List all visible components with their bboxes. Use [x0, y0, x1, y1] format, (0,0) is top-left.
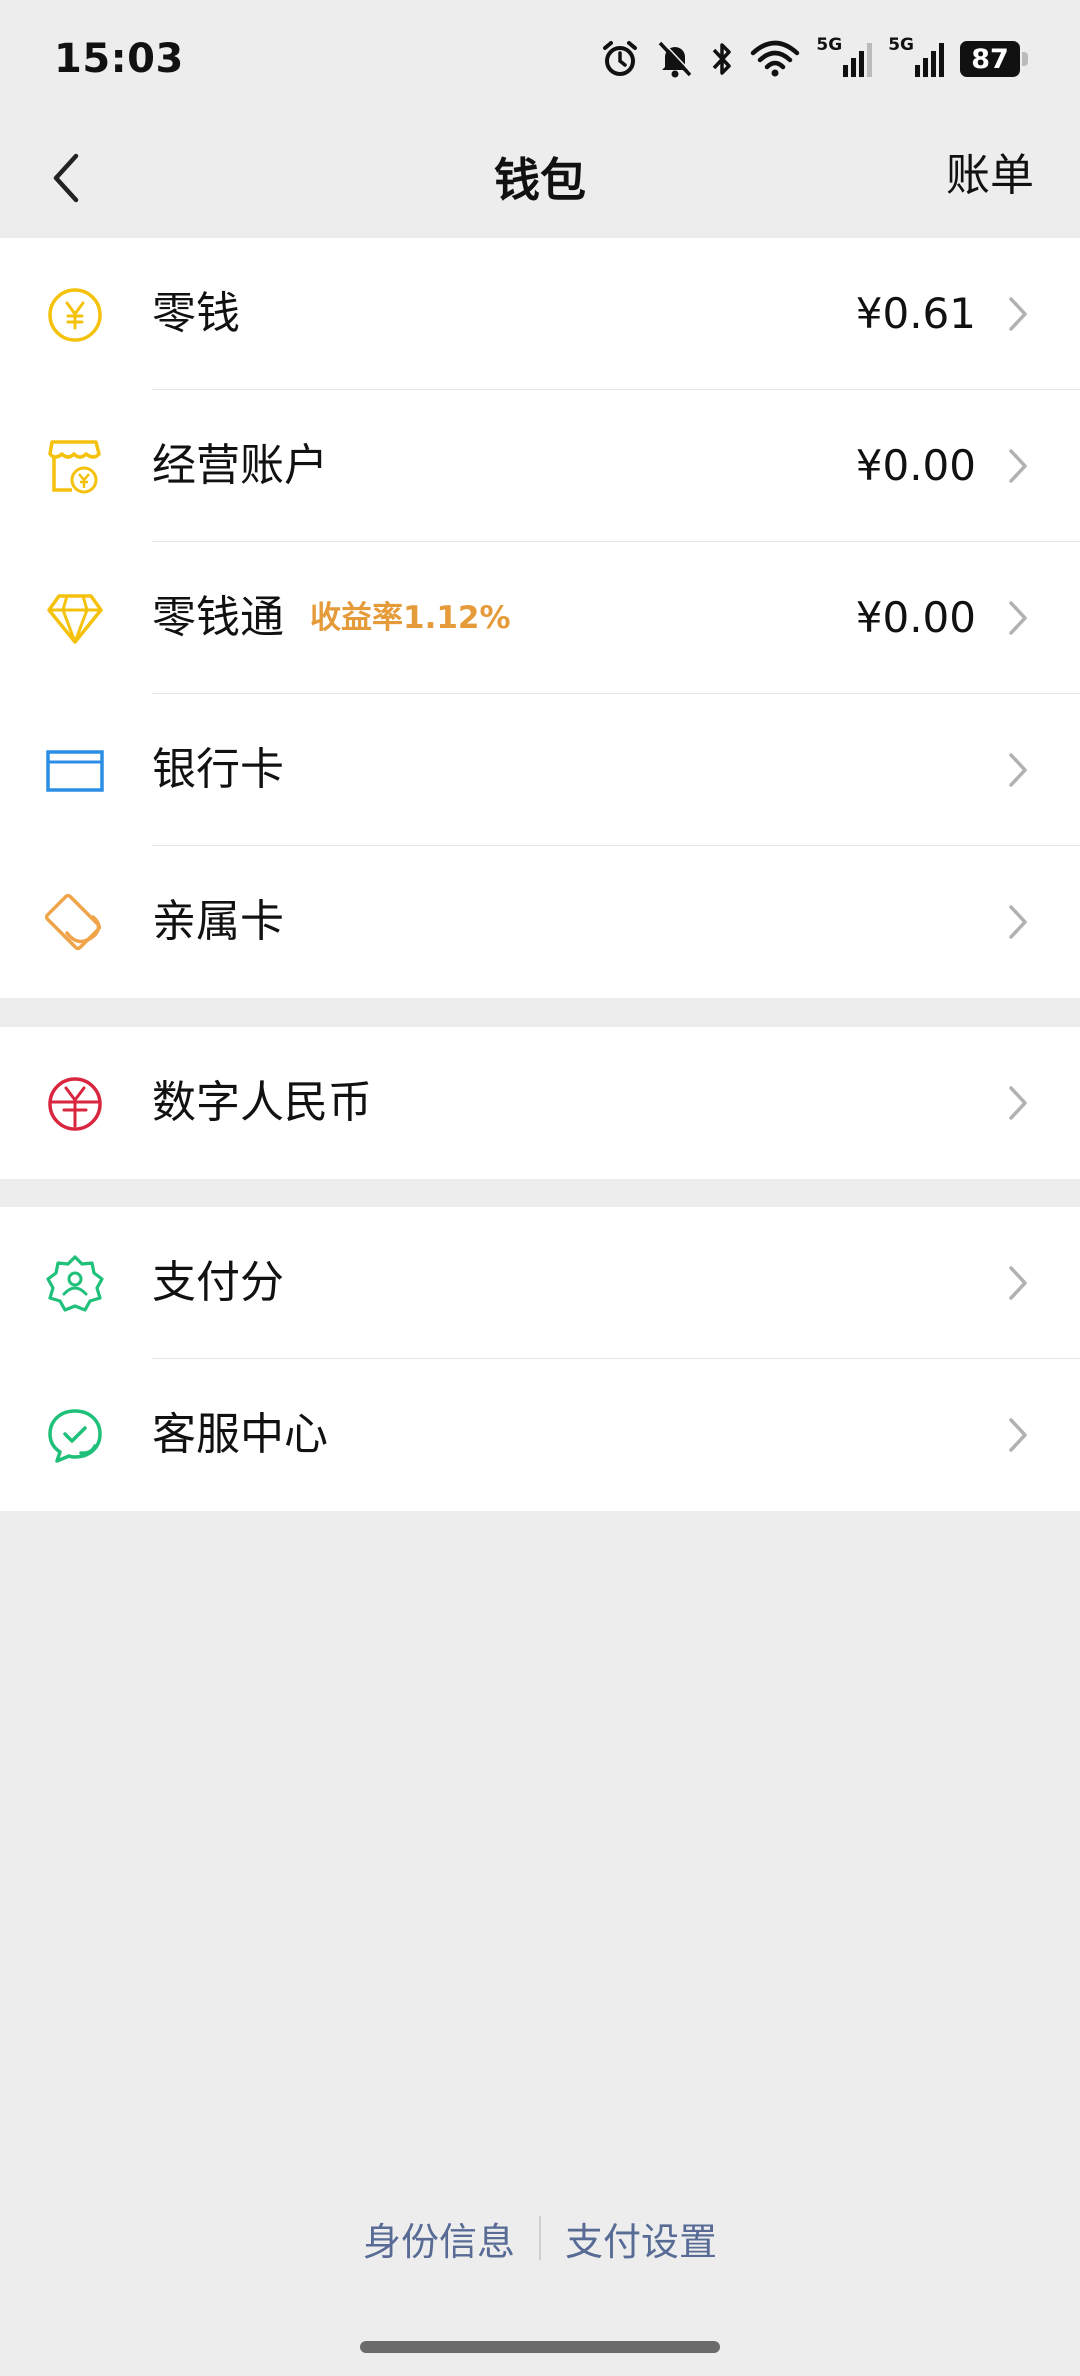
- list-item-wealth-fund[interactable]: 零钱通 收益率1.12% ¥0.00: [0, 542, 1080, 694]
- yield-rate-badge: 收益率1.12%: [310, 600, 511, 636]
- balance-value: ¥0.00: [855, 441, 976, 490]
- digital-rmb-icon: [44, 1073, 106, 1135]
- back-button[interactable]: [30, 142, 102, 214]
- home-indicator[interactable]: [360, 2341, 720, 2353]
- chevron-right-icon: [1000, 448, 1036, 484]
- list-item-payment-score[interactable]: 支付分: [0, 1207, 1080, 1359]
- yuan-coin-icon: [44, 284, 106, 346]
- balance-value: ¥0.00: [855, 593, 976, 642]
- list-item-customer-service[interactable]: 客服中心: [0, 1359, 1080, 1511]
- chevron-right-icon: [1000, 1085, 1036, 1121]
- payment-score-icon: [44, 1253, 106, 1315]
- page-title: 钱包: [494, 153, 586, 207]
- network-label-2: 5G: [888, 35, 914, 55]
- bill-button[interactable]: 账单: [946, 144, 1034, 208]
- balance-value: ¥0.61: [855, 289, 976, 338]
- list-item-bank-card[interactable]: 银行卡: [0, 694, 1080, 846]
- battery-level: 87: [960, 41, 1020, 77]
- list-item-title: 零钱通: [152, 592, 284, 643]
- chevron-right-icon: [1000, 752, 1036, 788]
- list-item-label: 银行卡: [152, 744, 284, 795]
- nav-bar: 钱包 账单: [0, 118, 1080, 236]
- chevron-right-icon: [1000, 296, 1036, 332]
- list-item-label: 支付分: [152, 1257, 284, 1308]
- signal-5g-icon-1: 5G: [816, 35, 873, 79]
- chevron-right-icon: [1000, 600, 1036, 636]
- chevron-right-icon: [1000, 1417, 1036, 1453]
- wallet-group-main: 零钱 ¥0.61 经营账户 ¥0.00 零钱通 收益率1.12% ¥0.00 银…: [0, 238, 1080, 998]
- list-item-label: 经营账户: [152, 440, 328, 491]
- status-bar: 15:03 5G 5G 87: [0, 0, 1080, 118]
- bank-card-icon: [44, 740, 106, 802]
- wallet-group-services: 支付分 客服中心: [0, 1207, 1080, 1511]
- list-item-label: 亲属卡: [152, 896, 284, 947]
- wallet-group-digital: 数字人民币: [0, 1027, 1080, 1179]
- list-item-label: 数字人民币: [152, 1077, 372, 1128]
- alarm-icon: [600, 39, 640, 79]
- list-item-digital-rmb[interactable]: 数字人民币: [0, 1027, 1080, 1179]
- signal-5g-icon-2: 5G: [888, 35, 944, 79]
- diamond-icon: [44, 588, 106, 650]
- chevron-right-icon: [1000, 1265, 1036, 1301]
- list-item-change[interactable]: 零钱 ¥0.61: [0, 238, 1080, 390]
- payment-settings-link[interactable]: 支付设置: [541, 2211, 741, 2266]
- customer-service-icon: [44, 1405, 106, 1467]
- bluetooth-icon: [710, 39, 734, 79]
- identity-info-link[interactable]: 身份信息: [339, 2211, 539, 2266]
- list-item-business-account[interactable]: 经营账户 ¥0.00: [0, 390, 1080, 542]
- family-card-icon: [44, 892, 106, 954]
- status-icons: 5G 5G 87: [600, 35, 1028, 79]
- list-item-label: 零钱通 收益率1.12%: [152, 542, 511, 694]
- list-item-label: 客服中心: [152, 1409, 328, 1460]
- chevron-right-icon: [1000, 904, 1036, 940]
- list-item-label: 零钱: [152, 288, 240, 339]
- battery-icon: 87: [960, 41, 1028, 77]
- status-time: 15:03: [54, 36, 184, 82]
- mute-bell-icon: [656, 39, 694, 79]
- wifi-icon: [750, 39, 800, 79]
- footer-links: 身份信息 支付设置: [0, 2206, 1080, 2270]
- shop-icon: [44, 436, 106, 498]
- chevron-left-icon: [53, 153, 79, 203]
- network-label-1: 5G: [816, 35, 843, 55]
- list-item-family-card[interactable]: 亲属卡: [0, 846, 1080, 998]
